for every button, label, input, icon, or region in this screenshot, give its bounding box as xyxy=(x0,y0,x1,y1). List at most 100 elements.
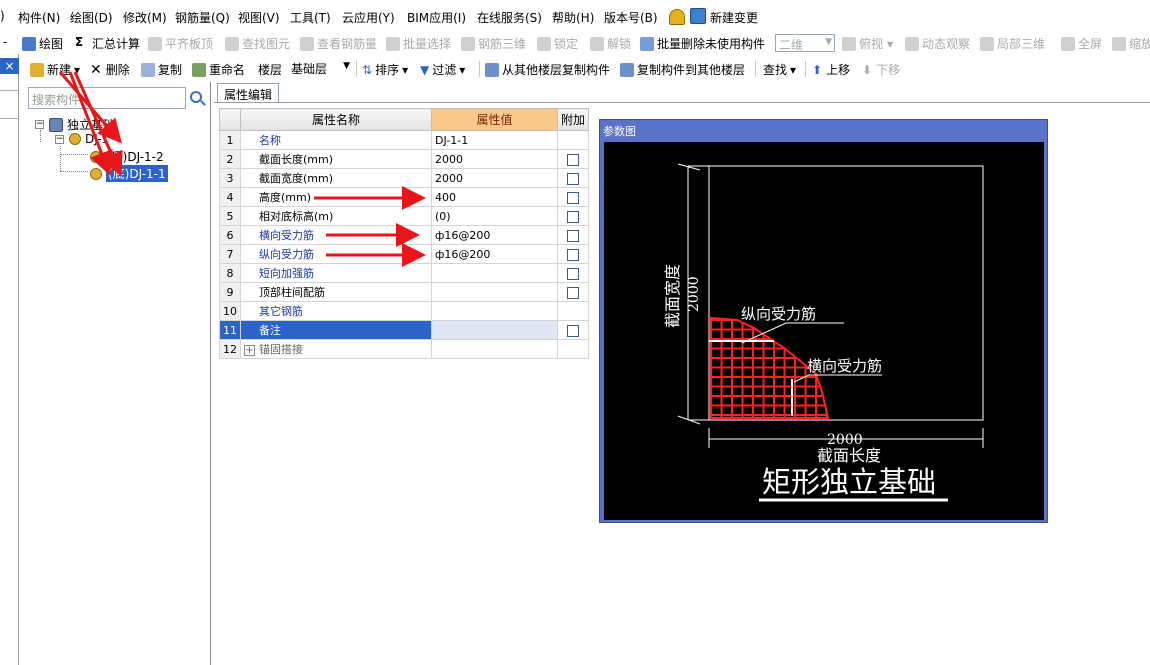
draw-button[interactable]: 绘图 xyxy=(22,35,63,52)
menu-online[interactable]: 在线服务(S) xyxy=(477,9,542,26)
lock-icon xyxy=(537,36,551,51)
copy-to-floor-button[interactable]: 复制构件到其他楼层 xyxy=(620,61,745,78)
close-icon[interactable]: × xyxy=(0,58,19,74)
fullscreen-button[interactable]: 全屏 xyxy=(1061,35,1102,52)
tree-leaf-dj1-1[interactable]: (底)DJ-1-1 xyxy=(90,165,168,182)
move-down-button[interactable]: ⬇ 下移 xyxy=(862,61,900,78)
menu-help[interactable]: 帮助(H) xyxy=(552,9,594,26)
menu-cloud[interactable]: 云应用(Y) xyxy=(342,9,395,26)
menu-view[interactable]: 视图(V) xyxy=(238,9,280,26)
menu-bim[interactable]: BIM应用(I) xyxy=(407,9,466,26)
menu-draw[interactable]: 绘图(D) xyxy=(70,9,113,26)
extra-checkbox[interactable] xyxy=(567,324,579,337)
top-view-button[interactable]: 俯视 ▾ xyxy=(842,35,893,52)
property-value-cell[interactable]: 400 xyxy=(431,187,558,207)
search-input[interactable]: 搜索构件... xyxy=(28,87,186,109)
tree-root-foundation[interactable]: − 独立基础 xyxy=(35,116,115,133)
property-value-cell[interactable]: ф16@200 xyxy=(431,244,558,264)
extra-checkbox[interactable] xyxy=(567,267,579,280)
copy-from-floor-button[interactable]: 从其他楼层复制构件 xyxy=(485,61,610,78)
table-row[interactable]: 4 高度(mm) 400 xyxy=(219,187,589,207)
rename-button[interactable]: 重命名 xyxy=(192,61,245,78)
expand-icon[interactable]: + xyxy=(244,345,255,356)
property-value-cell[interactable] xyxy=(431,320,558,340)
helmet-icon[interactable] xyxy=(669,9,685,25)
menu-bar: ) 构件(N) 绘图(D) 修改(M) 钢筋量(Q) 视图(V) 工具(T) 云… xyxy=(0,0,1150,32)
arrow-up-icon: ⬆ xyxy=(812,62,823,77)
extra-checkbox[interactable] xyxy=(567,229,579,242)
property-value-cell[interactable]: 2000 xyxy=(431,149,558,169)
flush-slab-button[interactable]: 平齐板顶 xyxy=(148,35,213,52)
local-3d-button[interactable]: 局部三维 xyxy=(980,35,1045,52)
extra-checkbox[interactable] xyxy=(567,210,579,223)
sort-button[interactable]: ⇅ 排序 ▾ xyxy=(362,61,408,78)
table-row[interactable]: 8 短向加强筋 xyxy=(219,263,589,283)
view-rebar-button[interactable]: 查看钢筋量 xyxy=(300,35,377,52)
property-value-cell[interactable] xyxy=(431,339,558,359)
menu-rebar-quantity[interactable]: 钢筋量(Q) xyxy=(175,9,230,26)
property-value-cell[interactable]: 2000 xyxy=(431,168,558,188)
view-mode-select[interactable]: 二维 ▼ xyxy=(775,34,835,52)
zoom-out-button[interactable]: 缩放 xyxy=(1112,35,1150,52)
batch-delete-button[interactable]: 批量删除未使用构件 xyxy=(640,35,765,52)
tree-node-dj1[interactable]: − DJ-1 xyxy=(55,132,109,146)
collapse-icon[interactable]: − xyxy=(35,120,44,129)
search-icon[interactable] xyxy=(190,91,202,103)
tree-leaf-dj1-2[interactable]: (顶)DJ-1-2 xyxy=(90,148,164,165)
reference-title: 参数图 xyxy=(603,125,636,138)
table-row[interactable]: 11 备注 xyxy=(219,320,589,340)
table-row[interactable]: 7 纵向受力筋 ф16@200 xyxy=(219,244,589,264)
extra-checkbox[interactable] xyxy=(567,172,579,185)
divider xyxy=(0,118,19,119)
rebar-3d-button[interactable]: 钢筋三维 xyxy=(461,35,526,52)
zoom-out-icon xyxy=(1112,36,1126,51)
extra-checkbox[interactable] xyxy=(567,286,579,299)
copy-button[interactable]: 复制 xyxy=(141,61,182,78)
table-row[interactable]: 2 截面长度(mm) 2000 xyxy=(219,149,589,169)
table-row[interactable]: 5 相对底标高(m) (0) xyxy=(219,206,589,226)
table-row[interactable]: 1 名称 DJ-1-1 xyxy=(219,130,589,150)
property-name: 名称 xyxy=(259,134,281,147)
filter-button[interactable]: ▼ 过滤 ▾ xyxy=(420,61,465,78)
menu-item-partial[interactable]: ) xyxy=(0,9,5,23)
property-name: 高度(mm) xyxy=(259,191,312,204)
find-element-button[interactable]: 查找图元 xyxy=(225,35,290,52)
property-value-cell[interactable] xyxy=(431,263,558,283)
floor-select[interactable]: 基础层 ▼ xyxy=(288,59,352,77)
property-value-cell[interactable]: (0) xyxy=(431,206,558,226)
row-number: 8 xyxy=(219,263,241,283)
table-row[interactable]: 9 顶部柱间配筋 xyxy=(219,282,589,302)
collapse-icon[interactable]: − xyxy=(55,134,64,144)
new-button[interactable]: 新建 ▾ xyxy=(30,61,80,78)
property-value-cell[interactable] xyxy=(431,301,558,321)
row-number: 10 xyxy=(219,301,241,321)
table-row[interactable]: 6 横向受力筋 ф16@200 xyxy=(219,225,589,245)
property-value-cell[interactable]: DJ-1-1 xyxy=(431,130,558,150)
dynamic-observe-button[interactable]: 动态观察 xyxy=(905,35,970,52)
menu-tools[interactable]: 工具(T) xyxy=(290,9,331,26)
table-row[interactable]: 3 截面宽度(mm) 2000 xyxy=(219,168,589,188)
table-row[interactable]: 10 其它钢筋 xyxy=(219,301,589,321)
move-up-button[interactable]: ⬆ 上移 xyxy=(812,61,850,78)
property-name-cell: 纵向受力筋 xyxy=(240,244,432,264)
table-row[interactable]: 12 + 锚固搭接 xyxy=(219,339,589,359)
menu-modify[interactable]: 修改(M) xyxy=(123,9,167,26)
extra-checkbox[interactable] xyxy=(567,191,579,204)
toolbar-grip: - xyxy=(3,35,8,49)
extra-checkbox[interactable] xyxy=(567,248,579,261)
property-value-cell[interactable] xyxy=(431,282,558,302)
menu-component[interactable]: 构件(N) xyxy=(18,9,60,26)
new-change-icon[interactable] xyxy=(690,8,706,24)
component-icon xyxy=(90,150,102,163)
calc-button[interactable]: 汇总计算 xyxy=(92,35,140,52)
batch-select-button[interactable]: 批量选择 xyxy=(386,35,451,52)
tab-property-edit[interactable]: 属性编辑 xyxy=(217,83,280,102)
menu-new-change[interactable]: 新建变更 xyxy=(710,9,758,26)
find-button[interactable]: 查找 ▾ xyxy=(763,61,796,78)
extra-checkbox[interactable] xyxy=(567,153,579,166)
unlock-button[interactable]: 解锁 xyxy=(590,35,631,52)
lock-button[interactable]: 锁定 xyxy=(537,35,578,52)
property-value-cell[interactable]: ф16@200 xyxy=(431,225,558,245)
menu-version[interactable]: 版本号(B) xyxy=(604,9,658,26)
delete-button[interactable]: ✕ 删除 xyxy=(90,61,130,78)
